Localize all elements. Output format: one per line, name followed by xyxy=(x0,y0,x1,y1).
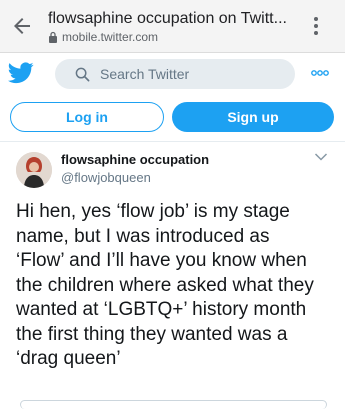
search-icon xyxy=(75,67,90,82)
auth-buttons: Log in Sign up xyxy=(0,102,345,136)
chevron-down-icon[interactable] xyxy=(314,152,328,162)
avatar[interactable] xyxy=(16,152,52,188)
more-dots-icon[interactable] xyxy=(310,65,330,81)
arrow-left-icon[interactable] xyxy=(10,14,34,38)
tweet-text: Hi hen, yes ‘flow job’ is my stage name,… xyxy=(16,201,314,369)
page-title: flowsaphine occupation on Twitt... xyxy=(48,10,287,27)
display-name[interactable]: flowsaphine occupation xyxy=(61,152,209,167)
tweet-card: flowsaphine occupation @flowjobqueen Hi … xyxy=(0,142,345,405)
search-input[interactable]: Search Twitter xyxy=(55,59,295,89)
kebab-menu-icon[interactable] xyxy=(304,14,328,38)
avatar-image xyxy=(16,152,52,188)
signup-button[interactable]: Sign up xyxy=(172,102,334,132)
url-row[interactable]: mobile.twitter.com xyxy=(48,30,158,44)
browser-address-bar: flowsaphine occupation on Twitt... mobil… xyxy=(0,0,345,53)
user-handle[interactable]: @flowjobqueen xyxy=(61,170,151,185)
twitter-header: Search Twitter xyxy=(0,53,345,95)
search-placeholder: Search Twitter xyxy=(100,66,190,82)
lock-icon xyxy=(49,31,57,43)
url-text: mobile.twitter.com xyxy=(62,30,159,44)
twitter-bird-icon[interactable] xyxy=(8,62,34,84)
login-button[interactable]: Log in xyxy=(10,102,164,132)
